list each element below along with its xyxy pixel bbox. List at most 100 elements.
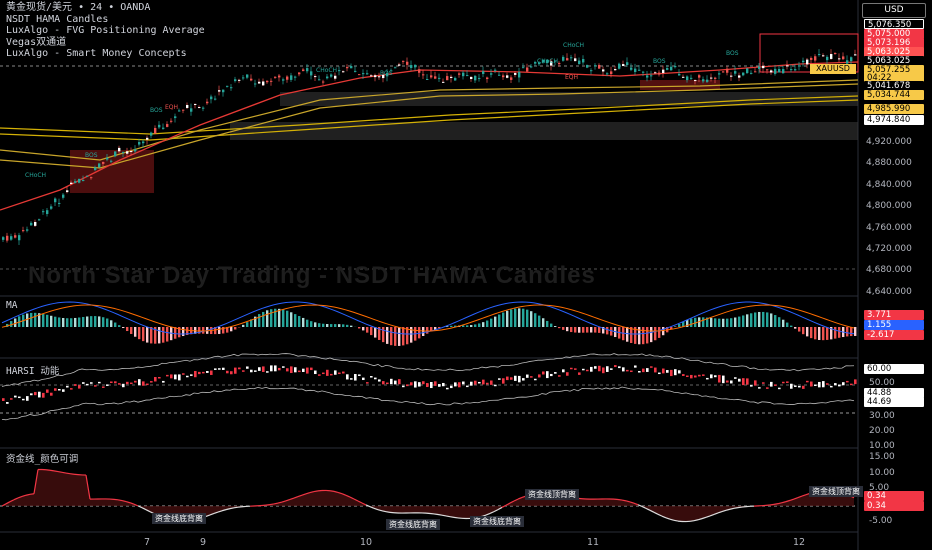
- harsi-candle: [398, 379, 401, 385]
- candle-body: [210, 96, 213, 100]
- harsi-candle: [594, 366, 597, 369]
- candle-body: [594, 65, 597, 67]
- money-line-segment: [449, 516, 455, 518]
- candle-body: [126, 151, 129, 154]
- candle-body: [450, 76, 453, 78]
- indicator-legend-3[interactable]: LuxAlgo - Smart Money Concepts: [6, 48, 205, 60]
- harsi-candle: [510, 377, 513, 380]
- macd-bar: [798, 327, 801, 332]
- harsi-candle: [850, 383, 853, 386]
- macd-bar: [34, 312, 37, 327]
- macd-bar: [54, 316, 57, 327]
- money-line-segment: [229, 507, 235, 510]
- macd-bar: [78, 317, 81, 327]
- macd-bar: [626, 327, 629, 342]
- harsi-candle: [462, 381, 465, 385]
- harsi-candle: [522, 378, 525, 381]
- candle-body: [262, 81, 265, 86]
- candle-body: [638, 69, 641, 71]
- harsi-candle: [54, 388, 57, 391]
- candle-body: [514, 73, 517, 75]
- indicator-legend-1[interactable]: LuxAlgo - FVG Positioning Average: [6, 25, 205, 37]
- candle-body: [826, 56, 829, 61]
- harsi-label[interactable]: HARSI 动能: [6, 363, 59, 377]
- candle-body: [150, 132, 153, 136]
- candle-body: [486, 77, 489, 80]
- harsi-candle: [482, 379, 485, 385]
- candle-body: [70, 182, 73, 185]
- macd-bar: [150, 327, 153, 344]
- candle-body: [134, 149, 137, 152]
- harsi-candle: [34, 391, 37, 396]
- candle-body: [570, 57, 573, 59]
- candle-body: [758, 66, 761, 69]
- macd-bar: [142, 327, 145, 342]
- candle-body: [326, 76, 329, 79]
- macd-bar: [554, 326, 557, 327]
- candle-body: [778, 69, 781, 73]
- candle-body: [578, 60, 581, 65]
- money-line-segment: [773, 503, 779, 505]
- candle-body: [362, 73, 365, 75]
- harsi-candle: [254, 370, 257, 372]
- macd-bar: [266, 310, 269, 327]
- divergence-tag: 资金线底背离: [152, 513, 206, 524]
- harsi-candle: [290, 366, 293, 374]
- harsi-candle: [14, 395, 17, 398]
- candle-body: [194, 103, 197, 105]
- harsi-candle: [274, 365, 277, 372]
- harsi-candle: [818, 381, 821, 388]
- time-axis-label: 11: [587, 537, 600, 548]
- harsi-candle: [490, 380, 493, 385]
- money-line-segment: [673, 519, 679, 522]
- macd-bar: [758, 311, 761, 327]
- macd-bar: [370, 327, 373, 336]
- harsi-candle: [38, 391, 41, 398]
- macd-bar: [646, 327, 649, 344]
- indicator-legend-0[interactable]: NSDT HAMA Candles: [6, 14, 205, 26]
- macd-bar: [802, 327, 805, 335]
- harsi-candle: [662, 368, 665, 374]
- price-axis-label: 4,640.000: [866, 287, 912, 297]
- money-line-label[interactable]: 资金线_颜色可调: [6, 451, 78, 465]
- candle-body: [226, 85, 229, 87]
- indicator-legend-2[interactable]: Vegas双通道: [6, 37, 205, 49]
- macd-bar: [350, 325, 353, 327]
- harsi-candle: [318, 374, 321, 376]
- candle-body: [494, 69, 497, 71]
- currency-selector[interactable]: USD: [862, 3, 926, 18]
- harsi-candle: [26, 396, 29, 401]
- candle-body: [306, 68, 309, 72]
- harsi-candle: [650, 366, 653, 368]
- harsi-candle: [646, 368, 649, 372]
- candle-body: [454, 77, 457, 81]
- harsi-candle: [742, 378, 745, 386]
- harsi-candle: [378, 379, 381, 382]
- harsi-candle: [326, 369, 329, 376]
- candle-body: [302, 69, 305, 72]
- harsi-candle: [150, 381, 153, 383]
- candle-body: [290, 75, 293, 80]
- candle-body: [166, 124, 169, 127]
- money-axis-label: -5.00: [869, 516, 893, 526]
- harsi-candle: [846, 380, 849, 383]
- candle-body: [10, 236, 13, 240]
- macd-bar: [750, 313, 753, 327]
- macd-bar: [818, 327, 821, 340]
- harsi-axis-label: 50.00: [869, 378, 895, 388]
- macd-bar: [594, 327, 597, 333]
- macd-label[interactable]: MA: [6, 300, 17, 311]
- candle-body: [90, 177, 93, 179]
- money-line-segment: [453, 516, 459, 519]
- candle-body: [754, 71, 757, 73]
- symbol-line[interactable]: 黄金现货/美元 • 24 • OANDA: [6, 2, 205, 14]
- harsi-candle: [790, 383, 793, 389]
- money-line-segment: [689, 520, 695, 522]
- candle-body: [358, 74, 361, 76]
- candle-body: [614, 69, 617, 71]
- macd-bar: [362, 327, 365, 331]
- candle-body: [238, 79, 241, 81]
- macd-bar: [346, 324, 349, 327]
- macd-bar: [110, 320, 113, 327]
- candle-body: [278, 75, 281, 78]
